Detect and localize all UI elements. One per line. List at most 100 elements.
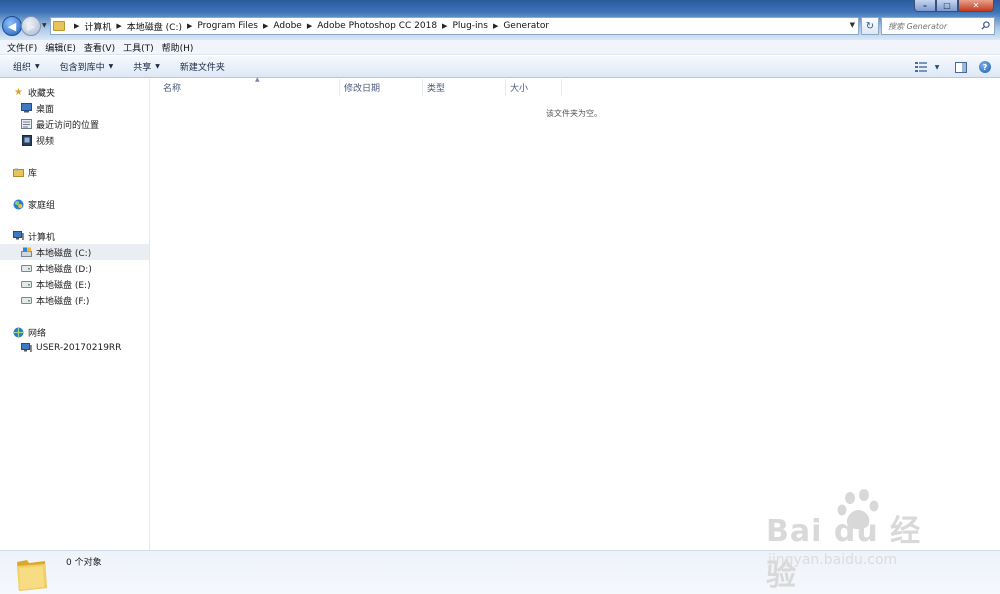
sidebar-item-label: 本地磁盘 (E:): [36, 280, 91, 291]
sidebar-item-favorites[interactable]: ★ 收藏夹: [0, 84, 149, 100]
computer-icon: [13, 231, 24, 242]
toolbar-right: ▼ ?: [904, 60, 992, 74]
organize-label: 组织: [13, 63, 32, 73]
help-icon: ?: [979, 61, 991, 73]
sidebar-item-computer[interactable]: 计算机: [0, 228, 149, 244]
library-icon: [13, 167, 24, 178]
back-button[interactable]: ◀: [2, 16, 22, 36]
sidebar-item-drive-f[interactable]: 本地磁盘 (F:): [0, 292, 149, 308]
breadcrumb-item[interactable]: 计算机: [84, 20, 111, 33]
forward-arrow-icon: ▶: [26, 19, 36, 33]
sidebar-item-label: 视频: [36, 136, 55, 147]
breadcrumb: ▶ 计算机 ▶ 本地磁盘 (C:) ▶ Program Files ▶ Adob…: [69, 20, 549, 33]
search-box[interactable]: [881, 17, 995, 35]
column-header-name[interactable]: 名称 ▲: [159, 76, 340, 96]
hard-drive-icon: [21, 295, 32, 306]
address-bar[interactable]: ▶ 计算机 ▶ 本地磁盘 (C:) ▶ Program Files ▶ Adob…: [50, 17, 859, 35]
sidebar-item-label: 本地磁盘 (D:): [36, 264, 92, 275]
breadcrumb-separator-icon[interactable]: ▶: [263, 22, 268, 30]
menu-help[interactable]: 帮助(H): [159, 41, 197, 54]
preview-pane-icon[interactable]: [954, 60, 968, 74]
empty-folder-message: 该文件夹为空。: [546, 109, 602, 118]
chevron-down-icon: ▼: [155, 63, 160, 70]
column-header-label: 名称: [163, 84, 182, 94]
breadcrumb-separator-icon[interactable]: ▶: [187, 22, 192, 30]
breadcrumb-item[interactable]: Adobe Photoshop CC 2018: [317, 21, 437, 31]
close-button[interactable]: ✕: [958, 0, 994, 12]
breadcrumb-separator-icon[interactable]: ▶: [74, 22, 79, 30]
navigation-pane: ★ 收藏夹 桌面 最近访问的位置 视频 库 家庭组 计算机 本地磁盘 (C:) …: [0, 79, 150, 550]
address-history-dropdown[interactable]: ▼: [850, 21, 855, 29]
sidebar-item-label: 最近访问的位置: [36, 120, 100, 131]
sidebar-item-libraries[interactable]: 库: [0, 164, 149, 180]
menu-view[interactable]: 查看(V): [81, 41, 118, 54]
hard-drive-icon: [21, 279, 32, 290]
menu-tools[interactable]: 工具(T): [120, 41, 157, 54]
share-button[interactable]: 共享 ▼: [128, 60, 165, 73]
desktop-icon: [21, 103, 32, 114]
sidebar-item-network[interactable]: 网络: [0, 324, 149, 340]
breadcrumb-item[interactable]: Program Files: [197, 21, 258, 31]
sidebar-item-recent-places[interactable]: 最近访问的位置: [0, 116, 149, 132]
sidebar-item-drive-e[interactable]: 本地磁盘 (E:): [0, 276, 149, 292]
view-dropdown-icon[interactable]: ▼: [930, 60, 944, 74]
maximize-button[interactable]: □: [936, 0, 958, 12]
help-button[interactable]: ?: [978, 60, 992, 74]
column-header-type[interactable]: 类型: [423, 79, 506, 96]
view-options-icon[interactable]: [914, 60, 928, 74]
sidebar-item-label: 本地磁盘 (F:): [36, 296, 90, 307]
refresh-button[interactable]: ↻: [861, 17, 879, 35]
breadcrumb-item[interactable]: Adobe: [273, 21, 301, 31]
sidebar-item-network-computer[interactable]: USER-20170219RR: [0, 340, 149, 356]
hard-drive-icon: [21, 263, 32, 274]
menu-edit[interactable]: 编辑(E): [42, 41, 79, 54]
back-arrow-icon: ◀: [7, 19, 17, 33]
chevron-down-icon: ▼: [35, 63, 40, 70]
include-library-label: 包含到库中: [59, 63, 105, 73]
breadcrumb-separator-icon[interactable]: ▶: [442, 22, 447, 30]
column-header-date-modified[interactable]: 修改日期: [340, 79, 423, 96]
column-header-label: 类型: [427, 84, 446, 94]
watermark: Bai du 经验 jingyan.baidu.com: [766, 488, 952, 593]
sidebar-item-desktop[interactable]: 桌面: [0, 100, 149, 116]
recent-pages-dropdown[interactable]: ▼: [42, 22, 47, 29]
breadcrumb-item[interactable]: Plug-ins: [452, 21, 488, 31]
homegroup-icon: [13, 199, 24, 210]
sidebar-item-homegroup[interactable]: 家庭组: [0, 196, 149, 212]
search-input[interactable]: [888, 21, 980, 31]
sidebar-item-label: 库: [28, 168, 38, 179]
menu-bar: 文件(F) 编辑(E) 查看(V) 工具(T) 帮助(H): [0, 40, 1000, 55]
sidebar-item-label: 家庭组: [28, 200, 56, 211]
breadcrumb-separator-icon[interactable]: ▶: [116, 22, 121, 30]
column-header-size[interactable]: 大小: [506, 79, 562, 96]
search-icon[interactable]: [981, 21, 990, 30]
breadcrumb-separator-icon[interactable]: ▶: [493, 22, 498, 30]
folder-icon: [53, 21, 65, 31]
include-in-library-button[interactable]: 包含到库中 ▼: [55, 60, 119, 73]
command-bar: 组织 ▼ 包含到库中 ▼ 共享 ▼ 新建文件夹 ▼ ?: [0, 56, 1000, 78]
sidebar-item-videos[interactable]: 视频: [0, 132, 149, 148]
sidebar-item-label: USER-20170219RR: [36, 343, 122, 353]
breadcrumb-item[interactable]: Generator: [503, 21, 549, 31]
minimize-button[interactable]: –: [914, 0, 936, 12]
sidebar-item-label: 桌面: [36, 104, 55, 115]
sidebar-item-label: 本地磁盘 (C:): [36, 248, 92, 259]
item-count: 0 个对象: [66, 558, 102, 568]
system-drive-icon: [21, 247, 32, 258]
computer-icon: [21, 343, 32, 354]
sidebar-item-label: 收藏夹: [28, 88, 56, 99]
menu-file[interactable]: 文件(F): [4, 41, 40, 54]
sidebar-item-drive-c[interactable]: 本地磁盘 (C:): [0, 244, 149, 260]
refresh-icon: ↻: [865, 20, 875, 32]
sort-ascending-icon: ▲: [255, 76, 260, 83]
breadcrumb-separator-icon[interactable]: ▶: [307, 22, 312, 30]
forward-button[interactable]: ▶: [21, 16, 41, 36]
breadcrumb-item[interactable]: 本地磁盘 (C:): [127, 20, 182, 33]
sidebar-item-drive-d[interactable]: 本地磁盘 (D:): [0, 260, 149, 276]
video-icon: [21, 134, 32, 146]
share-label: 共享: [133, 63, 152, 73]
new-folder-button[interactable]: 新建文件夹: [175, 60, 230, 73]
new-folder-label: 新建文件夹: [179, 63, 225, 73]
chevron-down-icon: ▼: [108, 63, 114, 70]
organize-button[interactable]: 组织 ▼: [8, 60, 45, 73]
